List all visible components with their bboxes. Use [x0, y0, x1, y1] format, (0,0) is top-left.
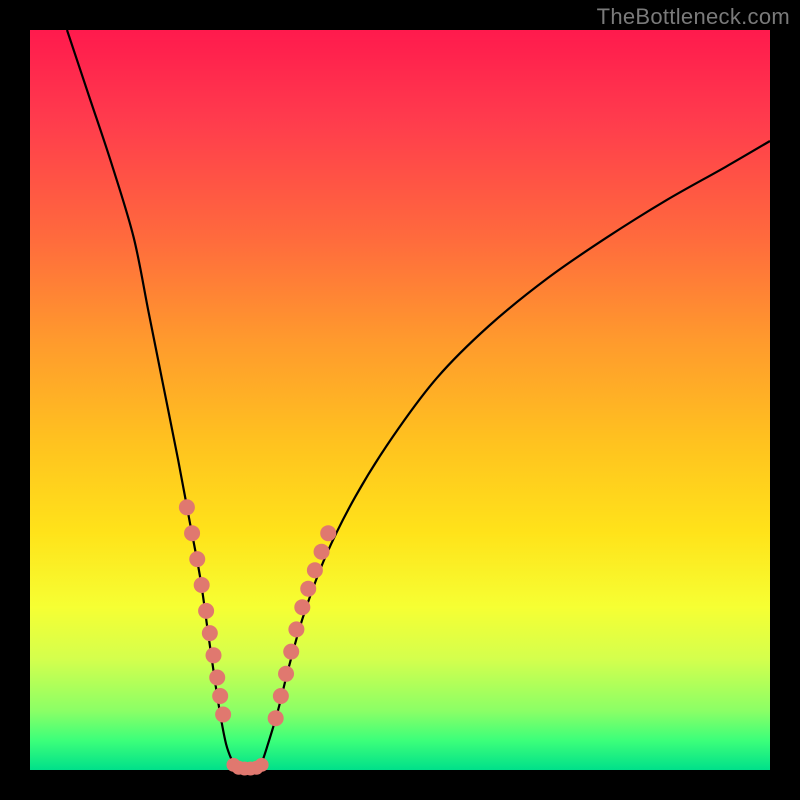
marker-dot: [202, 625, 218, 641]
marker-dot: [294, 599, 310, 615]
marker-dot: [278, 666, 294, 682]
plot-area: [30, 30, 770, 770]
right-curve: [259, 141, 770, 770]
marker-dot: [300, 581, 316, 597]
marker-dot: [307, 562, 323, 578]
marker-dot: [283, 644, 299, 660]
marker-dot: [212, 688, 228, 704]
chart-svg: [30, 30, 770, 770]
marker-dot: [198, 603, 214, 619]
marker-dot: [320, 525, 336, 541]
marker-dot: [184, 525, 200, 541]
marker-dot: [206, 647, 222, 663]
marker-dot: [179, 499, 195, 515]
marker-dot: [255, 758, 269, 772]
markers-valley-cluster: [227, 758, 269, 776]
markers-right-cluster: [268, 525, 337, 726]
markers-left-cluster: [179, 499, 231, 722]
marker-dot: [273, 688, 289, 704]
marker-dot: [288, 621, 304, 637]
marker-dot: [189, 551, 205, 567]
watermark-text: TheBottleneck.com: [597, 4, 790, 30]
marker-dot: [215, 707, 231, 723]
marker-dot: [314, 544, 330, 560]
chart-frame: TheBottleneck.com: [0, 0, 800, 800]
marker-dot: [194, 577, 210, 593]
marker-dot: [268, 710, 284, 726]
marker-dot: [209, 670, 225, 686]
